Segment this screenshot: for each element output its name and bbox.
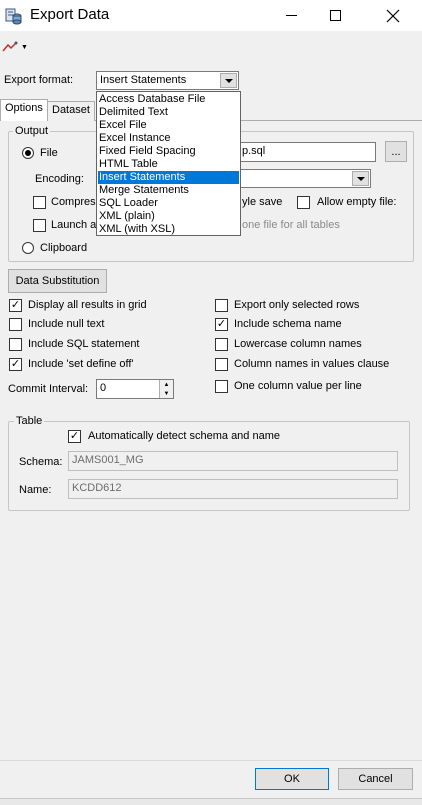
taskbar-strip <box>0 798 422 805</box>
checkmark-icon: ✓ <box>216 318 227 330</box>
file-radio-label: File <box>40 147 58 159</box>
launch-label: Launch a <box>51 219 97 231</box>
style-save-label: yle save <box>242 196 283 208</box>
include-schema-name-label: Include schema name <box>234 318 342 330</box>
column-names-values-label: Column names in values clause <box>234 358 390 370</box>
schema-value: JAMS001_MG <box>72 454 144 466</box>
lowercase-column-names-checkbox[interactable] <box>215 338 228 351</box>
allow-empty-file-checkbox[interactable] <box>297 196 310 209</box>
encoding-select[interactable] <box>230 169 371 188</box>
browse-button[interactable]: ... <box>385 141 407 162</box>
column-names-values-checkbox[interactable] <box>215 358 228 371</box>
encoding-label: Encoding: <box>35 173 84 185</box>
data-substitution-label: Data Substitution <box>15 275 100 287</box>
export-format-value: Insert Statements <box>100 74 187 86</box>
include-null-text-checkbox[interactable] <box>9 318 22 331</box>
checkmark-icon: ✓ <box>10 358 21 370</box>
chevron-down-icon <box>224 78 233 83</box>
format-option-access[interactable]: Access Database File <box>98 93 239 106</box>
commit-interval-value: 0 <box>100 382 107 394</box>
dropdown-arrow-button[interactable] <box>220 73 237 88</box>
checkmark-icon: ✓ <box>69 430 80 442</box>
dropdown-arrow-button[interactable] <box>352 171 369 186</box>
tab-label: Options <box>5 102 43 114</box>
table-group-title: Table <box>14 415 45 427</box>
commit-interval-label: Commit Interval: <box>8 383 89 395</box>
tab-options[interactable]: Options <box>0 99 48 121</box>
name-input[interactable]: KCDD612 <box>68 479 398 499</box>
auto-detect-checkbox[interactable]: ✓ <box>68 430 81 443</box>
format-option-sql-loader[interactable]: SQL Loader <box>98 197 239 210</box>
clipboard-radio[interactable] <box>22 242 34 254</box>
tab-label: Dataset <box>52 104 90 116</box>
include-sql-statement-label: Include SQL statement <box>28 338 140 350</box>
maximize-button[interactable] <box>312 0 358 31</box>
one-column-per-line-checkbox[interactable] <box>215 380 228 393</box>
format-option-merge[interactable]: Merge Statements <box>98 184 239 197</box>
tool-dropdown-button[interactable]: ▼ <box>2 39 30 55</box>
format-option-excel-file[interactable]: Excel File <box>98 119 239 132</box>
display-all-results-label: Display all results in grid <box>28 299 147 311</box>
include-schema-name-checkbox[interactable]: ✓ <box>215 318 228 331</box>
cancel-label: Cancel <box>358 773 393 785</box>
ok-label: OK <box>284 773 300 785</box>
checkmark-icon: ✓ <box>10 299 21 311</box>
spin-up-icon[interactable]: ▲ <box>160 380 173 389</box>
chevron-down-icon <box>356 176 365 181</box>
format-option-xml-xsl[interactable]: XML (with XSL) <box>98 223 239 236</box>
schema-label: Schema: <box>19 456 63 468</box>
file-path-input[interactable]: p.sql <box>230 142 376 162</box>
compress-label: Compress <box>51 196 102 208</box>
data-substitution-button[interactable]: Data Substitution <box>8 269 107 293</box>
export-format-dropdown-list[interactable]: Access Database File Delimited Text Exce… <box>96 91 241 236</box>
minimize-button[interactable] <box>268 0 314 31</box>
chevron-down-icon: ▼ <box>21 43 28 51</box>
clipboard-label: Clipboard <box>40 242 88 254</box>
allow-empty-file-label: Allow empty file: <box>317 196 397 208</box>
close-button[interactable] <box>370 0 416 31</box>
set-define-off-label: Include 'set define off' <box>28 358 134 370</box>
radio-selected-dot <box>25 150 31 156</box>
ok-button[interactable]: OK <box>255 768 329 790</box>
launch-checkbox[interactable] <box>33 219 46 232</box>
name-value: KCDD612 <box>72 482 122 494</box>
one-file-label: one file for all tables <box>242 219 340 231</box>
output-group-title: Output <box>13 125 51 137</box>
format-option-excel-instance[interactable]: Excel Instance <box>98 132 239 145</box>
export-selected-rows-checkbox[interactable] <box>215 299 228 312</box>
set-define-off-checkbox[interactable]: ✓ <box>9 358 22 371</box>
minimize-icon <box>285 15 297 16</box>
compress-checkbox[interactable] <box>33 196 46 209</box>
name-label: Name: <box>19 484 52 496</box>
footer-divider <box>0 760 422 761</box>
export-selected-rows-label: Export only selected rows <box>234 299 360 311</box>
auto-detect-label: Automatically detect schema and name <box>88 430 280 442</box>
browse-label: ... <box>391 145 401 158</box>
format-option-xml-plain[interactable]: XML (plain) <box>98 210 239 223</box>
format-option-fixed-field[interactable]: Fixed Field Spacing <box>98 145 239 158</box>
commit-interval-spinner[interactable]: ▲ ▼ <box>159 380 173 398</box>
window-title: Export Data <box>30 6 110 23</box>
cancel-button[interactable]: Cancel <box>338 768 413 790</box>
format-option-html[interactable]: HTML Table <box>98 158 239 171</box>
schema-input[interactable]: JAMS001_MG <box>68 451 398 471</box>
maximize-icon <box>329 10 341 21</box>
file-radio[interactable] <box>22 147 34 159</box>
one-column-per-line-label: One column value per line <box>234 380 362 392</box>
include-sql-statement-checkbox[interactable] <box>9 338 22 351</box>
export-format-select[interactable]: Insert Statements <box>96 71 239 90</box>
format-option-insert[interactable]: Insert Statements <box>98 171 239 184</box>
include-null-text-label: Include null text <box>28 318 105 330</box>
spin-down-icon[interactable]: ▼ <box>160 389 173 398</box>
tab-dataset[interactable]: Dataset <box>47 101 95 121</box>
export-data-icon <box>5 7 23 25</box>
export-format-label: Export format: <box>4 74 74 86</box>
format-option-delimited[interactable]: Delimited Text <box>98 106 239 119</box>
display-all-results-checkbox[interactable]: ✓ <box>9 299 22 312</box>
lowercase-column-names-label: Lowercase column names <box>234 338 362 350</box>
close-icon <box>386 9 400 22</box>
pen-tool-icon <box>2 41 18 52</box>
